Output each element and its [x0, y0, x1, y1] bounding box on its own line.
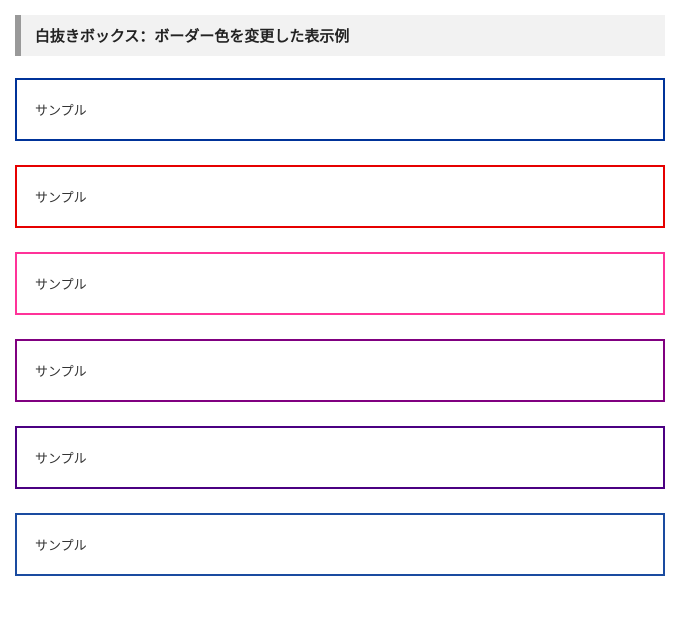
sample-box: サンプル — [15, 252, 665, 315]
sample-box-label: サンプル — [35, 277, 87, 292]
sample-box-label: サンプル — [35, 364, 87, 379]
sample-box: サンプル — [15, 165, 665, 228]
sample-box: サンプル — [15, 339, 665, 402]
sample-box-label: サンプル — [35, 190, 87, 205]
sample-box-label: サンプル — [35, 538, 87, 553]
section-heading: 白抜きボックス：ボーダー色を変更した表示例 — [15, 15, 665, 56]
section-heading-title: 白抜きボックス：ボーダー色を変更した表示例 — [35, 25, 651, 46]
sample-box-label: サンプル — [35, 451, 87, 466]
sample-box: サンプル — [15, 78, 665, 141]
sample-box: サンプル — [15, 426, 665, 489]
sample-box-label: サンプル — [35, 103, 87, 118]
sample-box: サンプル — [15, 513, 665, 576]
